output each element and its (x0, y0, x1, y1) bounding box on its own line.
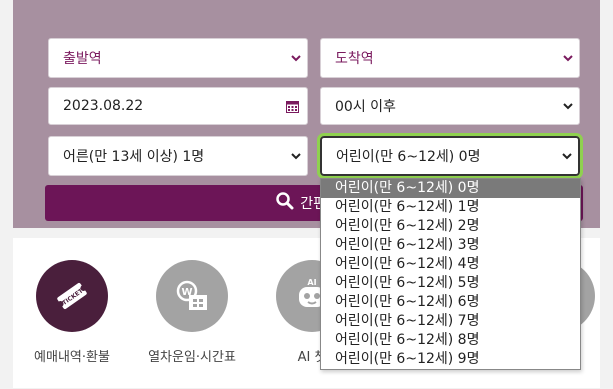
child-count-option[interactable]: 어린이(만 6~12세) 3명 (321, 236, 580, 255)
child-count-option[interactable]: 어린이(만 6~12세) 6명 (321, 293, 580, 312)
time-value: 00시 이후 (335, 99, 396, 115)
child-count-dropdown[interactable]: 어린이(만 6~12세) 0명 어린이(만 6~12세) 1명 어린이(만 6~12… (320, 178, 581, 370)
date-picker-field[interactable]: 2023.08.22 (48, 87, 308, 125)
svg-text:AI: AI (307, 278, 316, 287)
departure-station-select[interactable]: 출발역 (48, 38, 308, 78)
arrival-label: 도착역 (335, 51, 374, 67)
time-select[interactable]: 00시 이후 (320, 87, 580, 125)
child-value: 어린이(만 6~12세) 0명 (336, 149, 481, 165)
chevron-down-icon (285, 137, 307, 175)
search-icon (276, 192, 294, 214)
fare-timetable-icon: W (156, 260, 228, 332)
child-count-option[interactable]: 어린이(만 6~12세) 9명 (321, 350, 580, 369)
chevron-down-icon (285, 39, 307, 77)
chevron-down-icon (556, 138, 578, 174)
child-count-option[interactable]: 어린이(만 6~12세) 5명 (321, 274, 580, 293)
chevron-down-icon (557, 39, 579, 77)
calendar-icon[interactable] (277, 100, 307, 113)
child-count-option[interactable]: 어린이(만 6~12세) 2명 (321, 217, 580, 236)
child-count-option[interactable]: 어린이(만 6~12세) 7명 (321, 312, 580, 331)
child-count-option[interactable]: 어린이(만 6~12세) 0명 (321, 179, 580, 198)
quick-label: 열차운임·시간표 (148, 350, 236, 365)
child-count-option[interactable]: 어린이(만 6~12세) 1명 (321, 198, 580, 217)
departure-label: 출발역 (63, 51, 102, 67)
child-count-option[interactable]: 어린이(만 6~12세) 8명 (321, 331, 580, 350)
child-count-option[interactable]: 어린이(만 6~12세) 4명 (321, 255, 580, 274)
quick-label: 예매내역·환불 (34, 350, 110, 365)
adult-count-select[interactable]: 어른(만 13세 이상) 1명 (48, 136, 308, 176)
child-count-select[interactable]: 어린이(만 6~12세) 0명 (317, 133, 583, 179)
arrival-station-select[interactable]: 도착역 (320, 38, 580, 78)
adult-value: 어른(만 13세 이상) 1명 (63, 149, 205, 165)
date-value: 2023.08.22 (63, 98, 144, 114)
ticket-icon: TICKET (36, 260, 108, 332)
chevron-down-icon (557, 88, 579, 124)
